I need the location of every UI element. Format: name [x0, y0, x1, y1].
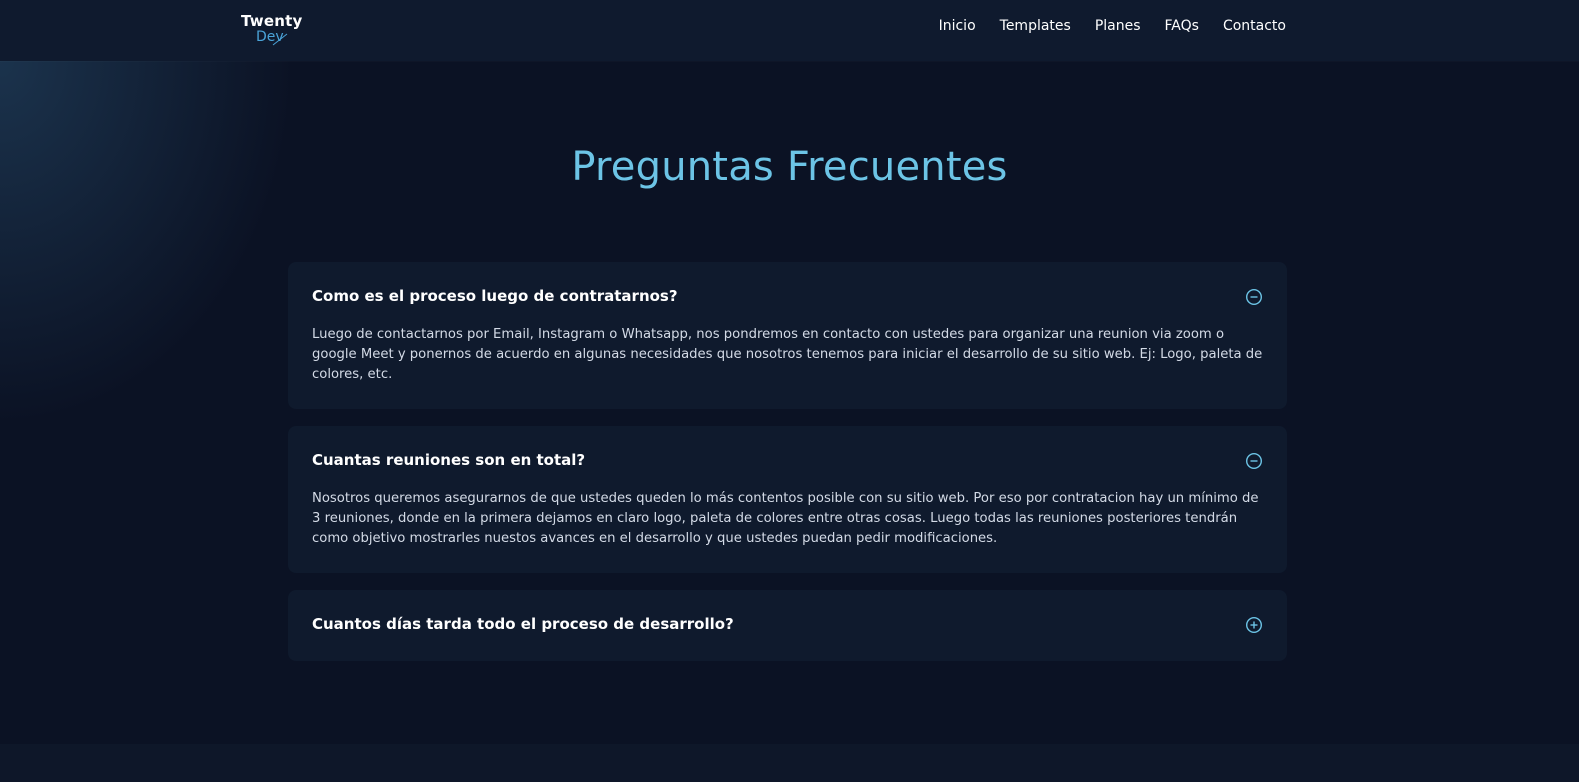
- faq-question[interactable]: Cuantos días tarda todo el proceso de de…: [312, 615, 734, 633]
- faq-item-meetings: Cuantas reuniones son en total? Nosotros…: [288, 426, 1287, 573]
- minus-circle-icon[interactable]: [1245, 288, 1263, 306]
- nav-link-templates[interactable]: Templates: [1000, 18, 1071, 34]
- page: Twenty Dev Inicio Templates Planes FAQs …: [0, 0, 1579, 782]
- faq-item-duration: Cuantos días tarda todo el proceso de de…: [288, 590, 1287, 661]
- logo[interactable]: Twenty Dev: [241, 12, 311, 48]
- nav-link-inicio[interactable]: Inicio: [939, 18, 976, 34]
- navbar: Twenty Dev Inicio Templates Planes FAQs …: [0, 0, 1579, 61]
- plus-circle-icon[interactable]: [1245, 616, 1263, 634]
- logo-slash-icon: [272, 33, 288, 46]
- logo-text-twenty: Twenty: [241, 12, 303, 30]
- faq-answer: Luego de contactarnos por Email, Instagr…: [312, 327, 1263, 382]
- nav-link-faqs[interactable]: FAQs: [1165, 18, 1199, 34]
- faq-item-process: Como es el proceso luego de contratarnos…: [288, 262, 1287, 409]
- nav-link-contacto[interactable]: Contacto: [1223, 18, 1286, 34]
- nav-link-planes[interactable]: Planes: [1095, 18, 1141, 34]
- nav-menu: Inicio Templates Planes FAQs Contacto: [939, 18, 1286, 34]
- page-title: Preguntas Frecuentes: [571, 144, 1008, 190]
- faq-answer: Nosotros queremos asegurarnos de que ust…: [312, 491, 1259, 546]
- minus-circle-icon[interactable]: [1245, 452, 1263, 470]
- footer-band: [0, 744, 1579, 782]
- faq-question[interactable]: Cuantas reuniones son en total?: [312, 451, 585, 469]
- faq-question[interactable]: Como es el proceso luego de contratarnos…: [312, 287, 678, 305]
